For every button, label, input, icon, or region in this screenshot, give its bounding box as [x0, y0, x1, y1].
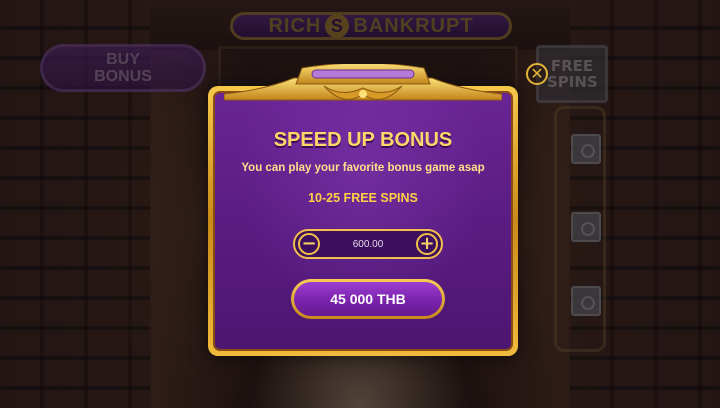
bet-value: 600.00	[352, 238, 384, 250]
decrease-bet-button[interactable]: −	[298, 233, 320, 255]
free-spins-range: 10-25 FREE SPINS	[308, 191, 418, 205]
plus-icon: +	[419, 233, 435, 254]
bet-stepper: − 600.00 +	[293, 229, 443, 259]
close-button[interactable]: ✕	[526, 63, 548, 85]
price-label: 45 000 THB	[294, 282, 442, 316]
minus-icon: −	[301, 233, 317, 254]
increase-bet-button[interactable]: +	[416, 233, 438, 255]
speed-up-bonus-dialog: SPEED UP BONUS You can play your favorit…	[208, 86, 518, 356]
buy-price-button[interactable]: 45 000 THB	[291, 279, 445, 319]
close-icon: ✕	[530, 64, 544, 83]
dialog-subtitle: You can play your favorite bonus game as…	[241, 162, 485, 174]
dialog-crest-ornament	[224, 64, 502, 101]
dialog-panel: SPEED UP BONUS You can play your favorit…	[213, 91, 513, 351]
dialog-title: SPEED UP BONUS	[273, 129, 453, 151]
